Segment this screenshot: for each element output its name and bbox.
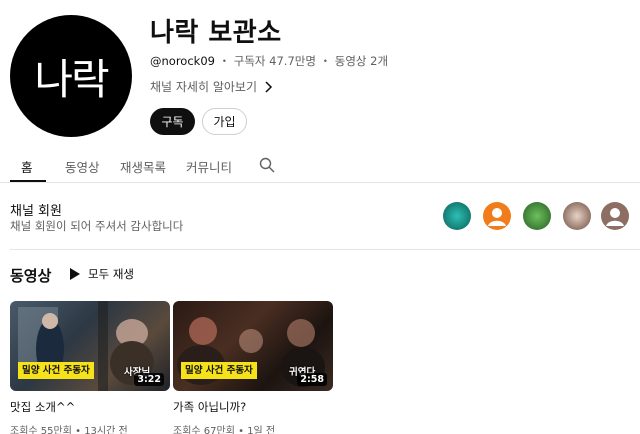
channel-avatar-text: 나락 <box>34 54 109 104</box>
meta-dot: • <box>238 426 244 434</box>
member-avatar-green <box>523 202 551 230</box>
video-thumbnail[interactable]: 밀양 사건 주동자 귀엽다 2:58 <box>173 301 333 391</box>
active-tab-indicator <box>10 180 46 182</box>
channel-handle: @norock09 <box>150 54 215 68</box>
video-duration: 2:58 <box>297 373 327 386</box>
video-age: 13시간 전 <box>84 426 128 434</box>
membership-description: 채널 회원이 되어 주셔서 감사합니다 <box>10 219 184 233</box>
tab-videos[interactable]: 동영상 <box>65 157 100 176</box>
video-title[interactable]: 맛집 소개^^ <box>10 399 170 415</box>
video-title[interactable]: 가족 아닙니까? <box>173 399 333 415</box>
person-icon <box>483 202 511 230</box>
member-avatar <box>563 202 591 230</box>
video-duration: 3:22 <box>134 373 164 386</box>
video-meta: 조회수 67만회 • 1일 전 <box>173 422 333 434</box>
section-divider <box>10 249 640 250</box>
video-count: 동영상 2개 <box>334 54 389 68</box>
channel-tabs: 홈 동영상 재생목록 커뮤니티 <box>0 145 640 183</box>
join-button[interactable]: 가입 <box>202 108 247 135</box>
membership-title: 채널 회원 <box>10 204 62 219</box>
subscribe-button[interactable]: 구독 <box>150 108 195 135</box>
video-thumbnail[interactable]: 밀양 사건 주동자 사장님 3:22 <box>10 301 170 391</box>
tab-community[interactable]: 커뮤니티 <box>186 157 232 176</box>
tab-home[interactable]: 홈 <box>21 157 33 176</box>
play-all-button[interactable]: 모두 재생 <box>70 266 134 282</box>
channel-more-link[interactable]: 채널 자세히 알아보기 <box>150 78 273 95</box>
member-avatar <box>443 202 471 230</box>
channel-avatar: 나락 <box>10 15 132 137</box>
meta-separator: ・ <box>319 54 332 68</box>
videos-section-title: 동영상 <box>10 267 52 285</box>
tab-playlists[interactable]: 재생목록 <box>120 157 166 176</box>
subscriber-count: 구독자 47.7만명 <box>233 54 316 68</box>
play-icon <box>70 268 80 280</box>
video-views: 조회수 55만회 <box>10 426 72 434</box>
member-avatar <box>483 202 511 230</box>
member-avatar <box>601 202 629 230</box>
person-icon <box>601 202 629 230</box>
thumbnail-caption: 밀양 사건 주동자 <box>181 362 257 379</box>
video-age: 1일 전 <box>247 426 276 434</box>
meta-dot: • <box>75 426 81 434</box>
play-all-label: 모두 재생 <box>88 267 134 281</box>
channel-more-label: 채널 자세히 알아보기 <box>150 80 257 94</box>
search-icon[interactable] <box>259 157 275 173</box>
video-card[interactable]: 밀양 사건 주동자 귀엽다 2:58 가족 아닙니까? 조회수 67만회 • 1… <box>173 301 333 434</box>
video-meta: 조회수 55만회 • 13시간 전 <box>10 422 170 434</box>
channel-title: 나락 보관소 <box>150 18 282 48</box>
member-avatar-teal <box>443 202 471 230</box>
video-views: 조회수 67만회 <box>173 426 235 434</box>
channel-meta: @norock09 ・ 구독자 47.7만명 ・ 동영상 2개 <box>150 53 388 69</box>
video-card[interactable]: 밀양 사건 주동자 사장님 3:22 맛집 소개^^ 조회수 55만회 • 13… <box>10 301 170 434</box>
thumbnail-caption: 밀양 사건 주동자 <box>18 362 94 379</box>
meta-separator: ・ <box>218 54 231 68</box>
chevron-right-icon <box>265 80 273 93</box>
member-avatar-blurred <box>563 202 591 230</box>
member-avatar <box>523 202 551 230</box>
